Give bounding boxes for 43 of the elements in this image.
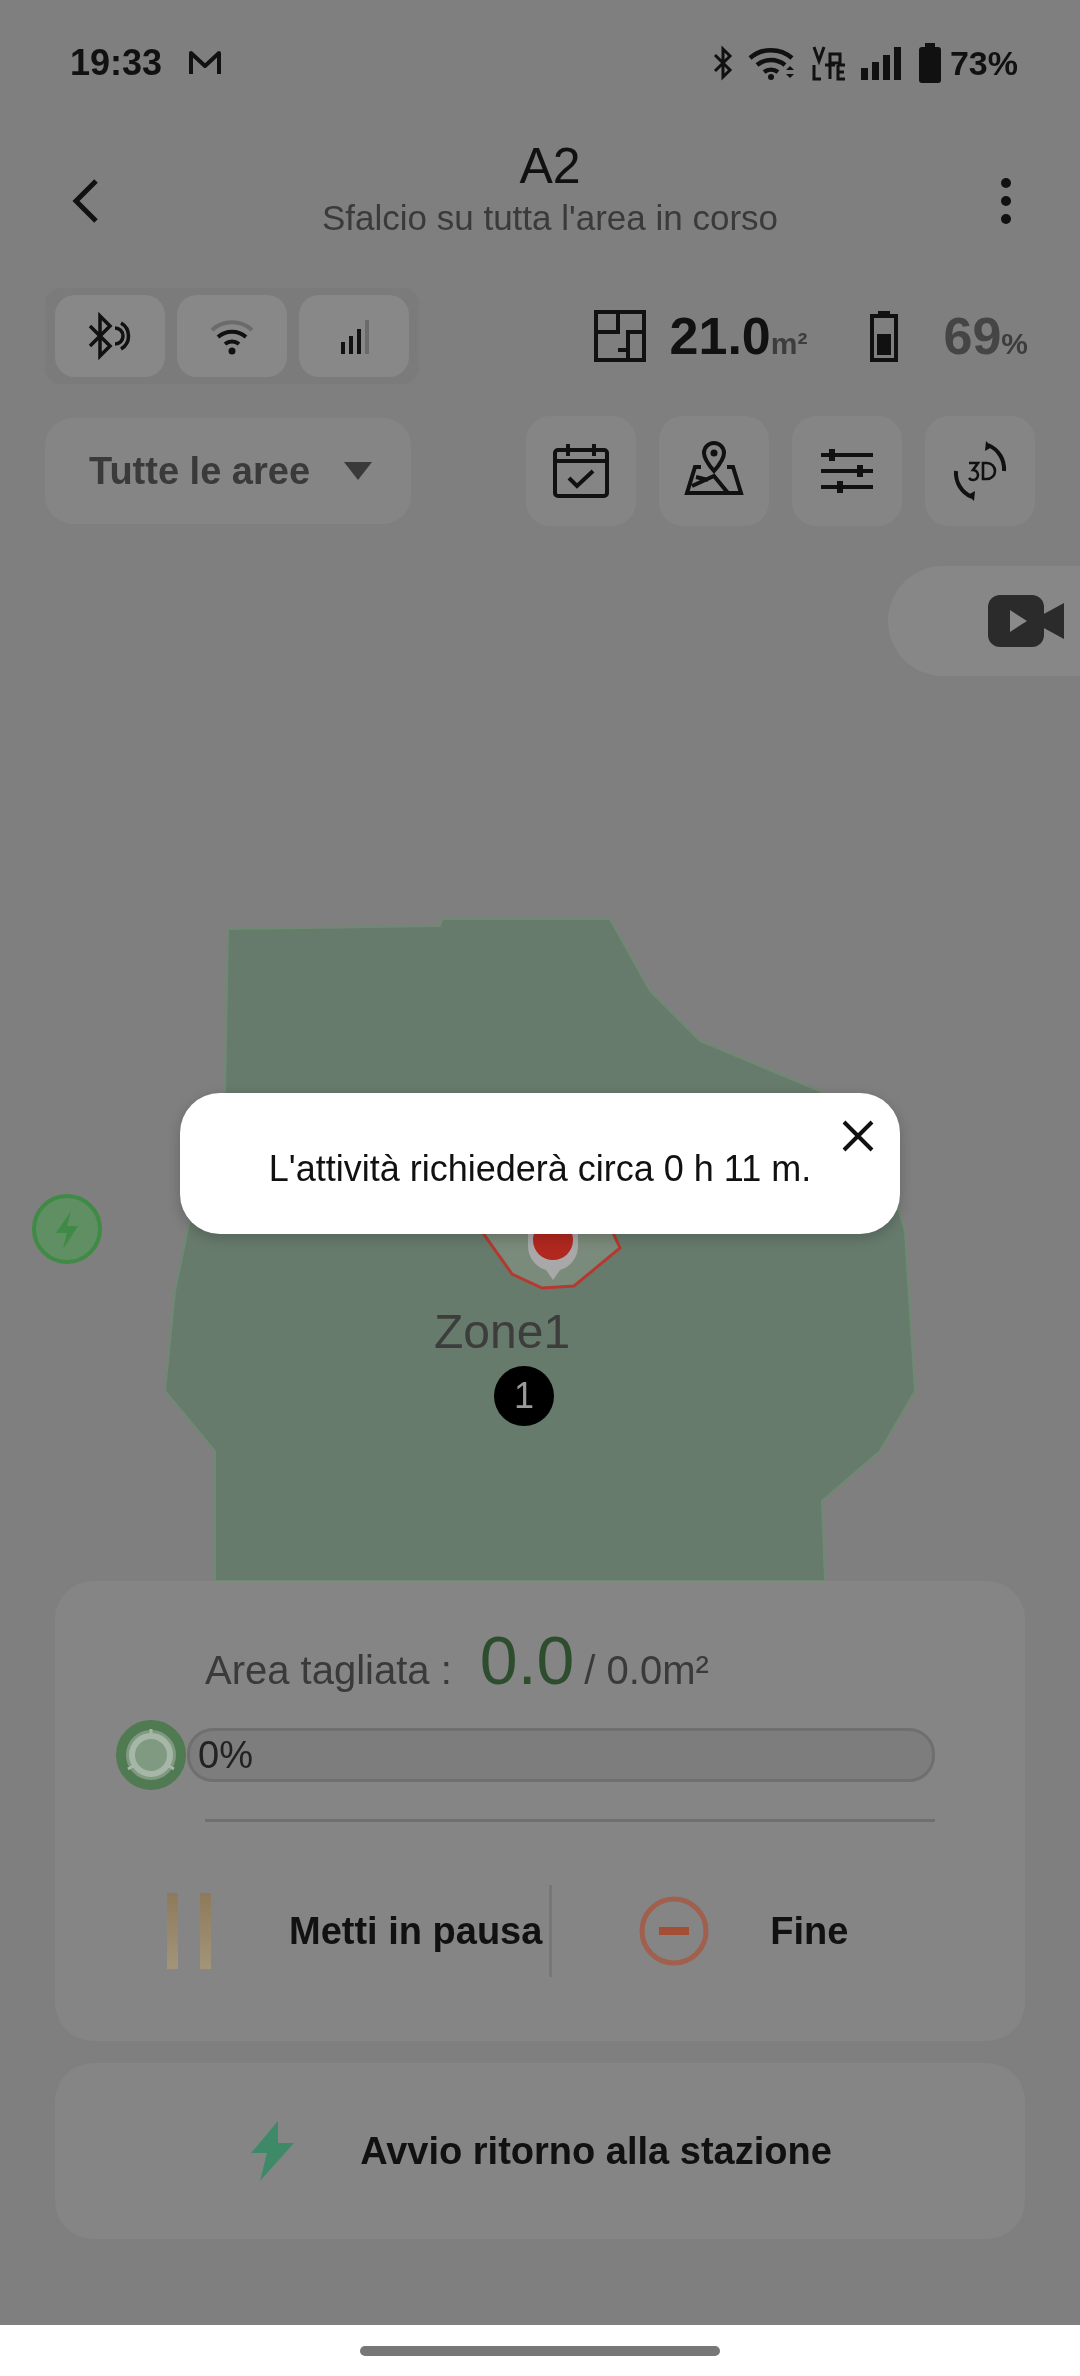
device-title: A2 (519, 137, 581, 196)
status-time: 19:33 (70, 42, 163, 84)
back-icon (70, 178, 100, 224)
bluetooth-button[interactable] (55, 295, 165, 377)
pause-button[interactable]: Metti in pausa (105, 1866, 549, 1997)
map-button[interactable] (659, 416, 769, 526)
calendar-icon (551, 441, 611, 501)
mowing-area: 21.0m² (669, 306, 808, 366)
battery-percent: 73% (949, 43, 1018, 83)
pause-icon (165, 1891, 213, 1972)
mower-ring-icon (115, 1719, 187, 1791)
mail-icon (188, 49, 223, 77)
popup-message: L'attività richiederà circa 0 h 11 m. (268, 1147, 812, 1190)
video-camera-icon (986, 593, 1066, 649)
charging-station-icon (31, 1193, 103, 1265)
caret-icon (343, 461, 373, 481)
home-indicator[interactable] (360, 2345, 720, 2356)
battery-level: 69% (943, 306, 1028, 366)
more-icon (1000, 178, 1012, 224)
view-3d-button[interactable] (925, 416, 1035, 526)
return-to-station-button[interactable]: Avvio ritorno alla stazione (55, 2063, 1025, 2239)
stop-icon (638, 1895, 711, 1968)
cellular-button[interactable] (299, 295, 409, 377)
signal-icon (859, 46, 904, 80)
close-button[interactable] (841, 1119, 875, 1153)
video-button[interactable] (888, 566, 1080, 676)
status-subtitle: Sfalcio su tutta l'area in corso (321, 197, 779, 239)
area-total: / 0.0m² (584, 1648, 709, 1693)
wifi-button[interactable] (177, 295, 287, 377)
area-cut-value: 0.0 (479, 1621, 575, 1699)
settings-button[interactable] (792, 416, 902, 526)
area-cut-label: Area tagliata : (205, 1648, 452, 1693)
end-button[interactable]: Fine (551, 1866, 935, 1997)
bluetooth-icon (711, 45, 734, 81)
close-icon (841, 1119, 875, 1153)
schedule-button[interactable] (526, 416, 636, 526)
battery-icon (917, 43, 942, 83)
zone-label: Zone1 (434, 1304, 571, 1359)
volte-icon (811, 45, 846, 81)
battery-icon (869, 310, 900, 362)
progress-percent: 0% (198, 1733, 253, 1777)
floor-plan-icon (593, 310, 646, 362)
area-dropdown[interactable]: Tutte le aree (45, 418, 411, 524)
